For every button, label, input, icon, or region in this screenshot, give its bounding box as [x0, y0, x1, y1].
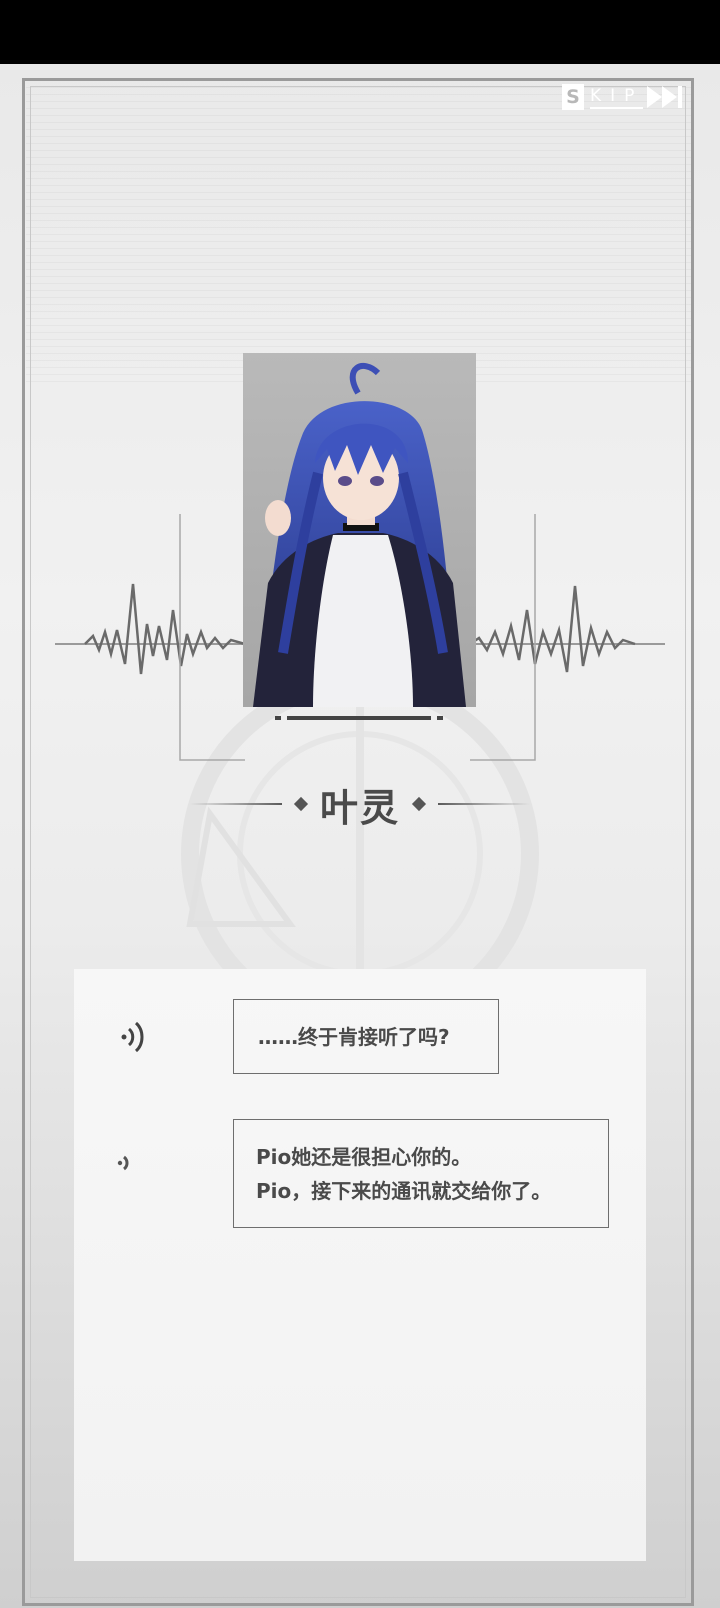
status-bar — [0, 0, 720, 64]
character-name: 叶灵 — [319, 785, 400, 830]
fast-forward-icon — [647, 86, 683, 108]
dialog-panel: ……终于肯接听了吗? Pio她还是很担心你的。 Pio，接下来的通讯就交给你了。 — [74, 969, 646, 1561]
sound-wave-small-icon — [117, 1155, 129, 1171]
character-name-row: 叶灵 — [180, 774, 540, 834]
skip-button[interactable]: S KIP — [562, 80, 688, 114]
call-scene: S KIP 叶灵 ……终于肯接听了吗? Pio她还是很担心你的。 Pio，接下来… — [0, 64, 720, 1608]
dialog-message: Pio她还是很担心你的。 Pio，接下来的通讯就交给你了。 — [116, 1119, 609, 1228]
diamond-left-icon — [293, 796, 309, 812]
dialog-bubble: ……终于肯接听了吗? — [233, 999, 499, 1074]
portrait-underline — [275, 716, 443, 720]
dialog-bubble: Pio她还是很担心你的。 Pio，接下来的通讯就交给你了。 — [233, 1119, 609, 1228]
name-line-right — [438, 803, 530, 805]
name-line-left — [189, 803, 282, 805]
sound-wave-icon — [121, 1021, 144, 1053]
skip-letter-s: S — [562, 84, 584, 110]
diamond-right-icon — [411, 796, 427, 812]
dialog-text-line-2: Pio，接下来的通讯就交给你了。 — [256, 1179, 552, 1203]
dialog-text: ……终于肯接听了吗? — [258, 1024, 450, 1049]
dialog-text-line-1: Pio她还是很担心你的。 — [256, 1145, 472, 1169]
character-portrait — [243, 353, 476, 707]
dialog-message: ……终于肯接听了吗? — [116, 999, 499, 1074]
skip-label: KIP — [590, 86, 644, 109]
